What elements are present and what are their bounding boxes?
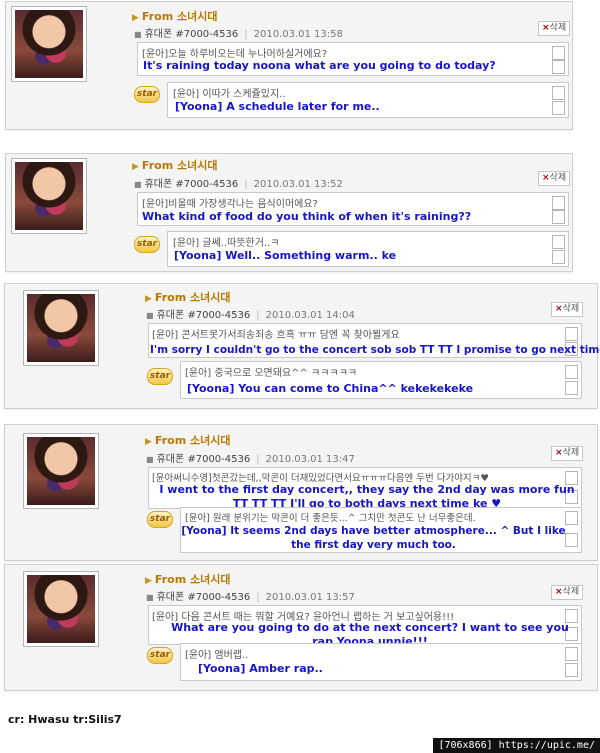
phone-icon: ■ xyxy=(146,593,154,602)
reply-english: [Yoona] A schedule later for me.. xyxy=(175,100,380,113)
delete-button[interactable]: ×삭제 xyxy=(551,446,584,461)
message-meta: ■ 휴대폰 #7000-4536 | 2010.03.01 13:57 xyxy=(146,592,355,603)
star-icon: star xyxy=(147,368,173,385)
from-label: ▶ From 소녀시대 xyxy=(132,159,218,172)
avatar xyxy=(11,6,87,82)
phone-icon: ■ xyxy=(134,180,142,189)
avatar xyxy=(23,433,99,509)
arrow-icon: ▶ xyxy=(145,437,152,447)
avatar xyxy=(23,571,99,647)
checkbox[interactable] xyxy=(565,663,578,677)
checkbox[interactable] xyxy=(552,196,565,210)
checkbox[interactable] xyxy=(552,101,565,115)
star-icon: star xyxy=(147,511,173,528)
checkbox[interactable] xyxy=(552,86,565,100)
checkbox[interactable] xyxy=(552,250,565,264)
message-meta: ■ 휴대폰 #7000-4536 | 2010.03.01 14:04 xyxy=(146,310,355,321)
message-meta: ■ 휴대폰 #7000-4536 | 2010.03.01 13:58 xyxy=(134,29,343,40)
watermark: [706x866] https://upic.me/ xyxy=(433,738,600,753)
checkbox[interactable] xyxy=(552,235,565,249)
credit-text: cr: Hwasu tr:Silis7 xyxy=(8,713,122,726)
message-card: ▶ From 소녀시대 ■ 휴대폰 #7000-4536 | 2010.03.01 14… xyxy=(4,283,600,409)
phone-icon: ■ xyxy=(146,311,154,320)
message-card: ▶ From 소녀시대 ■ 휴대폰 #7000-4536 | 2010.03.01 13… xyxy=(5,153,573,272)
star-icon: star xyxy=(134,236,160,253)
phone-icon: ■ xyxy=(146,455,154,464)
message-korean: [윤아] 콘서트못가서죄송죄송 흐흑 ㅠㅠ 담엔 꼭 찾아뵐게요 xyxy=(152,330,400,341)
reply-korean: [윤아] 글쎄..따뜻한거..ㅋ xyxy=(173,238,280,249)
from-label: ▶ From 소녀시대 xyxy=(145,291,231,304)
arrow-icon: ▶ xyxy=(132,13,139,23)
checkbox[interactable] xyxy=(552,46,565,60)
message-korean: [윤아]비올때 가장생각나는 음식이머에요? xyxy=(142,199,318,210)
delete-button[interactable]: ×삭제 xyxy=(551,302,584,317)
delete-button[interactable]: ×삭제 xyxy=(538,171,571,186)
reply-korean: [윤아] 중국으로 오면돼요^^ ㅋㅋㅋㅋㅋ xyxy=(185,368,358,379)
checkbox[interactable] xyxy=(565,647,578,661)
avatar xyxy=(11,158,87,234)
message-meta: ■ 휴대폰 #7000-4536 | 2010.03.01 13:52 xyxy=(134,179,343,190)
message-meta: ■ 휴대폰 #7000-4536 | 2010.03.01 13:47 xyxy=(146,454,355,465)
message-korean: [윤아]오늘 하루비오는데 누나머하실거에요? xyxy=(142,49,328,60)
delete-button[interactable]: ×삭제 xyxy=(551,585,584,600)
reply-english: [Yoona] You can come to China^^ kekekeke… xyxy=(187,382,474,395)
star-icon: star xyxy=(134,86,160,103)
checkbox[interactable] xyxy=(565,365,578,379)
message-english: What kind of food do you think of when i… xyxy=(142,210,472,223)
message-english: I'm sorry I couldn't go to the concert s… xyxy=(150,344,600,356)
from-label: ▶ From 소녀시대 xyxy=(145,573,231,586)
arrow-icon: ▶ xyxy=(145,576,152,586)
message-english: It's raining today noona what are you go… xyxy=(143,59,496,72)
checkbox[interactable] xyxy=(552,210,565,224)
checkbox[interactable] xyxy=(565,327,578,341)
reply-korean: [윤아] 이따가 스케쥴있지.. xyxy=(173,89,286,100)
delete-button[interactable]: ×삭제 xyxy=(538,21,571,36)
reply-korean: [윤아] 앰버랩.. xyxy=(185,650,249,661)
star-icon: star xyxy=(147,647,173,664)
message-card: ▶ From 소녀시대 ■ 휴대폰 #7000-4536 | 2010.03.01 13… xyxy=(5,1,573,130)
checkbox[interactable] xyxy=(565,533,578,547)
avatar xyxy=(23,290,99,366)
arrow-icon: ▶ xyxy=(145,294,152,304)
message-korean: [윤아써니수영]첫콘갔는데,,막콘이 더재밌었다면서요ㅠㅠㅠ다음엔 두번 다가야… xyxy=(152,473,489,484)
arrow-icon: ▶ xyxy=(132,162,139,172)
checkbox[interactable] xyxy=(565,381,578,395)
from-label: ▶ From 소녀시대 xyxy=(145,434,231,447)
reply-english: [Yoona] Well.. Something warm.. ke xyxy=(174,249,397,262)
reply-english: [Yoona] It seems 2nd days have better at… xyxy=(181,525,566,551)
reply-english: [Yoona] Amber rap.. xyxy=(198,662,323,675)
checkbox[interactable] xyxy=(565,511,578,525)
phone-icon: ■ xyxy=(134,30,142,39)
from-label: ▶ From 소녀시대 xyxy=(132,10,218,23)
checkbox[interactable] xyxy=(552,60,565,74)
message-card: ▶ From 소녀시대 ■ 휴대폰 #7000-4536 | 2010.03.01 13… xyxy=(4,424,598,561)
reply-korean: [윤아] 원래 분위기는 막콘이 더 좋은듯...^ 그치만 첫콘도 난 너무좋… xyxy=(185,513,476,524)
message-card: ▶ From 소녀시대 ■ 휴대폰 #7000-4536 | 2010.03.01 13… xyxy=(4,564,598,691)
